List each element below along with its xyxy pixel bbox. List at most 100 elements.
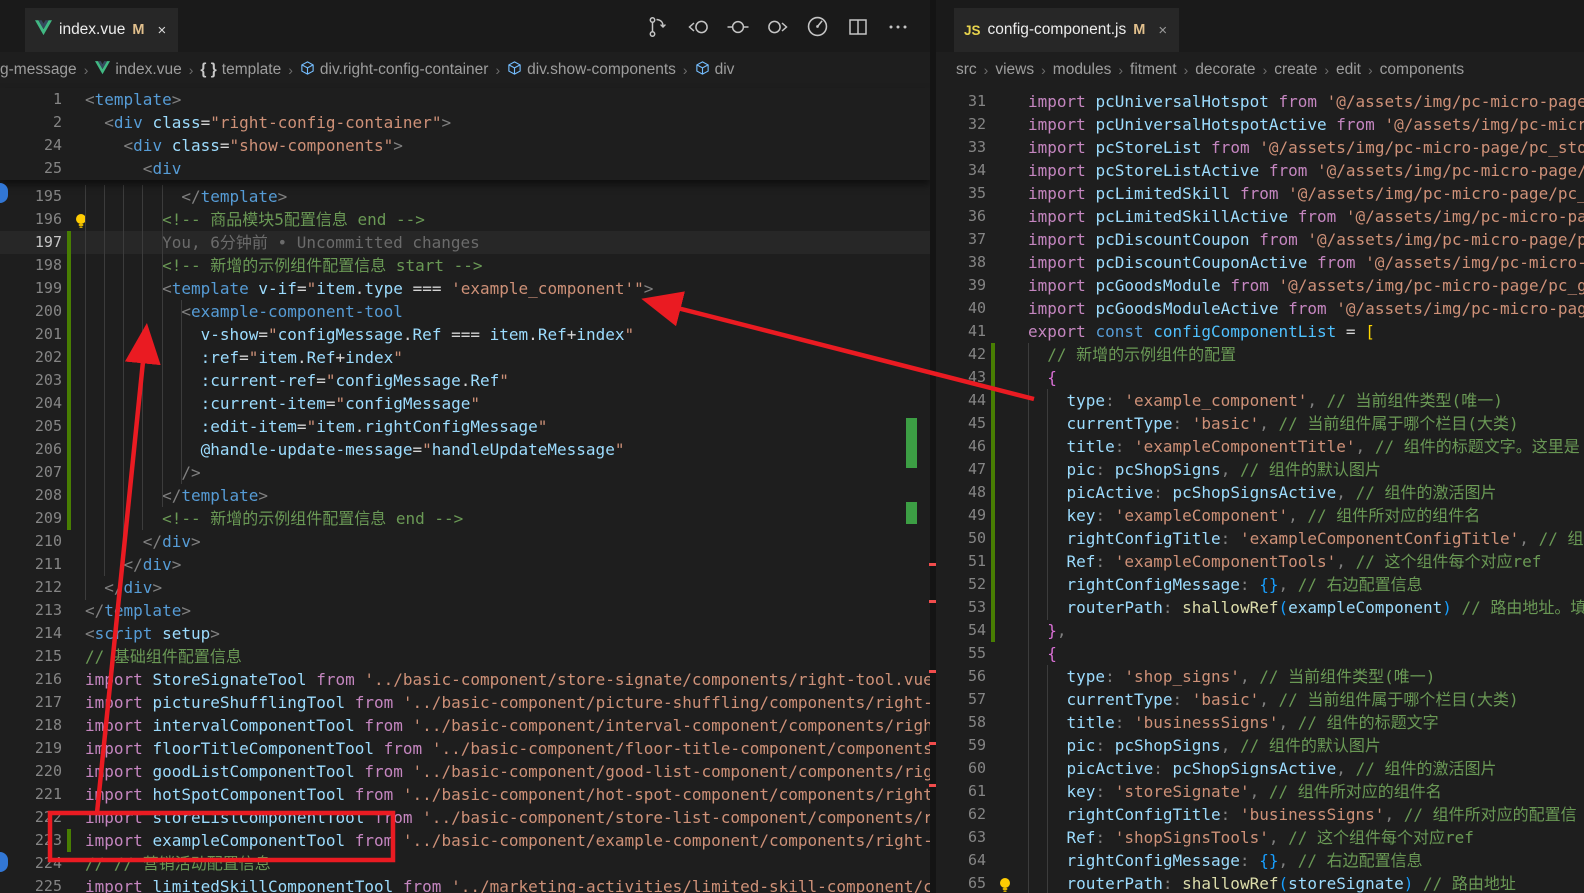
code-line[interactable]: 39 import pcGoodsModule from '@/assets/im…	[936, 274, 1584, 297]
line-number[interactable]: 208	[0, 484, 62, 507]
breadcrumb-item[interactable]: { }template	[200, 61, 281, 79]
line-number[interactable]: 39	[936, 274, 986, 297]
code-line-content[interactable]: import intervalComponentTool from '../ba…	[85, 714, 930, 737]
code-line[interactable]: 212 </div>	[0, 576, 930, 599]
code-line-content[interactable]: Ref: 'shopSignsTools', // 这个组件每个对应ref	[1028, 826, 1474, 849]
code-line-content[interactable]: <template v-if="item.type === 'example_c…	[85, 277, 653, 300]
code-line-content[interactable]: },	[1028, 619, 1067, 642]
code-line-content[interactable]: @handle-update-message="handleUpdateMess…	[85, 438, 624, 461]
line-number[interactable]: 46	[936, 435, 986, 458]
line-number[interactable]: 45	[936, 412, 986, 435]
code-line[interactable]: 40 import pcGoodsModuleActive from '@/ass…	[936, 297, 1584, 320]
code-line[interactable]: 44 type: 'example_component', // 当前组件类型(…	[936, 389, 1584, 412]
code-line-content[interactable]: <div	[85, 157, 181, 180]
split-editor-icon[interactable]	[845, 14, 870, 39]
code-line-content[interactable]: key: 'storeSignate', // 组件所对应的组件名	[1028, 780, 1442, 803]
code-line-content[interactable]: import pcGoodsModule from '@/assets/img/…	[1028, 274, 1584, 297]
code-line[interactable]: 55 {	[936, 642, 1584, 665]
line-number[interactable]: 31	[936, 90, 986, 113]
breadcrumb-item[interactable]: div.show-components	[507, 60, 676, 81]
compare-changes-icon[interactable]	[645, 14, 670, 39]
code-line-content[interactable]: :current-item="configMessage"	[85, 392, 480, 415]
line-number[interactable]: 209	[0, 507, 62, 530]
line-number[interactable]: 60	[936, 757, 986, 780]
line-number[interactable]: 221	[0, 783, 62, 806]
code-line[interactable]: 51 Ref: 'exampleComponentTools', // 这个组件…	[936, 550, 1584, 573]
tab-config-component-js[interactable]: JS config-component.js M ×	[954, 8, 1179, 52]
line-number[interactable]: 40	[936, 297, 986, 320]
code-line-content[interactable]: // // 营销活动配置信息	[85, 852, 271, 875]
code-line-content[interactable]: import pictureShufflingTool from '../bas…	[85, 691, 930, 714]
code-line-content[interactable]: rightConfigMessage: {}, // 右边配置信息	[1028, 573, 1423, 596]
code-line[interactable]: 205 :edit-item="item.rightConfigMessage"	[0, 415, 930, 438]
code-line[interactable]: 209 <!-- 新增的示例组件配置信息 end -->	[0, 507, 930, 530]
code-line-content[interactable]: </div>	[85, 553, 181, 576]
code-line-content[interactable]: title: 'exampleComponentTitle', // 组件的标题…	[1028, 435, 1580, 458]
code-line[interactable]: 24 <div class="show-components">	[0, 134, 930, 157]
breadcrumb-item[interactable]: create	[1274, 61, 1317, 79]
code-line[interactable]: 42 // 新增的示例组件的配置	[936, 343, 1584, 366]
code-line-content[interactable]: picActive: pcShopSignsActive, // 组件的激活图片	[1028, 757, 1496, 780]
line-number[interactable]: 52	[936, 573, 986, 596]
code-line[interactable]: 31import pcUniversalHotspot from '@/asse…	[936, 90, 1584, 113]
line-number[interactable]: 204	[0, 392, 62, 415]
line-number[interactable]: 36	[936, 205, 986, 228]
code-line[interactable]: 56 type: 'shop_signs', // 当前组件类型(唯一)	[936, 665, 1584, 688]
code-line[interactable]: 219import floorTitleComponentTool from '…	[0, 737, 930, 760]
code-line[interactable]: 45 currentType: 'basic', // 当前组件属于哪个栏目(大…	[936, 412, 1584, 435]
line-number[interactable]: 203	[0, 369, 62, 392]
code-line[interactable]: 49 key: 'exampleComponent', // 组件所对应的组件名	[936, 504, 1584, 527]
code-line-content[interactable]: </template>	[85, 185, 287, 208]
previous-change-icon[interactable]	[685, 14, 710, 39]
code-line[interactable]: 204 :current-item="configMessage"	[0, 392, 930, 415]
code-line[interactable]: 38import pcDiscountCouponActive from '@/…	[936, 251, 1584, 274]
breadcrumb-item[interactable]: index.vue	[95, 61, 181, 80]
code-line-content[interactable]: import pcDiscountCouponActive from '@/as…	[1028, 251, 1584, 274]
line-number[interactable]: 63	[936, 826, 986, 849]
changes-icon[interactable]	[725, 14, 750, 39]
code-line-content[interactable]: // 新增的示例组件的配置	[1028, 343, 1236, 366]
code-line-content[interactable]: Ref: 'exampleComponentTools', // 这个组件每个对…	[1028, 550, 1541, 573]
code-line-content[interactable]: import floorTitleComponentTool from '../…	[85, 737, 930, 760]
code-line[interactable]: 210 </div>	[0, 530, 930, 553]
code-line-content[interactable]: <example-component-tool	[85, 300, 403, 323]
code-line-content[interactable]: import pcStoreListActive from '@/assets/…	[1028, 159, 1584, 182]
code-line-content[interactable]: :current-ref="configMessage.Ref"	[85, 369, 509, 392]
line-number[interactable]: 43	[936, 366, 986, 389]
code-line-content[interactable]: import exampleComponentTool from '../bas…	[85, 829, 930, 852]
line-number[interactable]: 41	[936, 320, 986, 343]
line-number[interactable]: 199	[0, 277, 62, 300]
code-line-content[interactable]: <!-- 新增的示例组件配置信息 start -->	[85, 254, 483, 277]
line-number[interactable]: 201	[0, 323, 62, 346]
code-line-content[interactable]: key: 'exampleComponent', // 组件所对应的组件名	[1028, 504, 1480, 527]
code-line-content[interactable]: <template>	[85, 88, 181, 111]
code-line[interactable]: 60 picActive: pcShopSignsActive, // 组件的激…	[936, 757, 1584, 780]
code-line-content[interactable]: import pcGoodsModuleActive from '@/asset…	[1028, 297, 1584, 320]
line-number[interactable]: 35	[936, 182, 986, 205]
code-line-content[interactable]: import pcLimitedSkill from '@/assets/img…	[1028, 182, 1584, 205]
code-line-content[interactable]: import pcStoreList from '@/assets/img/pc…	[1028, 136, 1584, 159]
breadcrumb-item[interactable]: g-message	[0, 61, 77, 79]
code-line[interactable]: 32import pcUniversalHotspotActive from '…	[936, 113, 1584, 136]
code-line-content[interactable]: v-show="configMessage.Ref === item.Ref+i…	[85, 323, 634, 346]
code-line-content[interactable]: :ref="item.Ref+index"	[85, 346, 403, 369]
line-number[interactable]: 1	[0, 88, 62, 111]
code-line-content[interactable]: <div class="right-config-container">	[85, 111, 451, 134]
code-line[interactable]: 48 picActive: pcShopSignsActive, // 组件的激…	[936, 481, 1584, 504]
line-number[interactable]: 49	[936, 504, 986, 527]
code-line[interactable]: 2 <div class="right-config-container">	[0, 111, 930, 134]
code-line-content[interactable]: rightConfigTitle: 'exampleComponentConfi…	[1028, 527, 1584, 550]
code-line-content[interactable]: currentType: 'basic', // 当前组件属于哪个栏目(大类)	[1028, 688, 1519, 711]
code-line[interactable]: 197 You, 6分钟前 • Uncommitted changes	[0, 231, 930, 254]
close-icon[interactable]: ×	[1158, 22, 1167, 39]
code-line[interactable]: 199 <template v-if="item.type === 'examp…	[0, 277, 930, 300]
code-line[interactable]: 36import pcLimitedSkillActive from '@/as…	[936, 205, 1584, 228]
code-line-content[interactable]: </div>	[85, 576, 162, 599]
line-number[interactable]: 2	[0, 111, 62, 134]
code-line-content[interactable]: import limitedSkillComponentTool from '.…	[85, 875, 930, 893]
code-line[interactable]: 53 routerPath: shallowRef(exampleCompone…	[936, 596, 1584, 619]
code-line[interactable]: 61 key: 'storeSignate', // 组件所对应的组件名	[936, 780, 1584, 803]
code-line[interactable]: 37import pcDiscountCoupon from '@/assets…	[936, 228, 1584, 251]
line-number[interactable]: 224	[0, 852, 62, 875]
line-number[interactable]: 212	[0, 576, 62, 599]
